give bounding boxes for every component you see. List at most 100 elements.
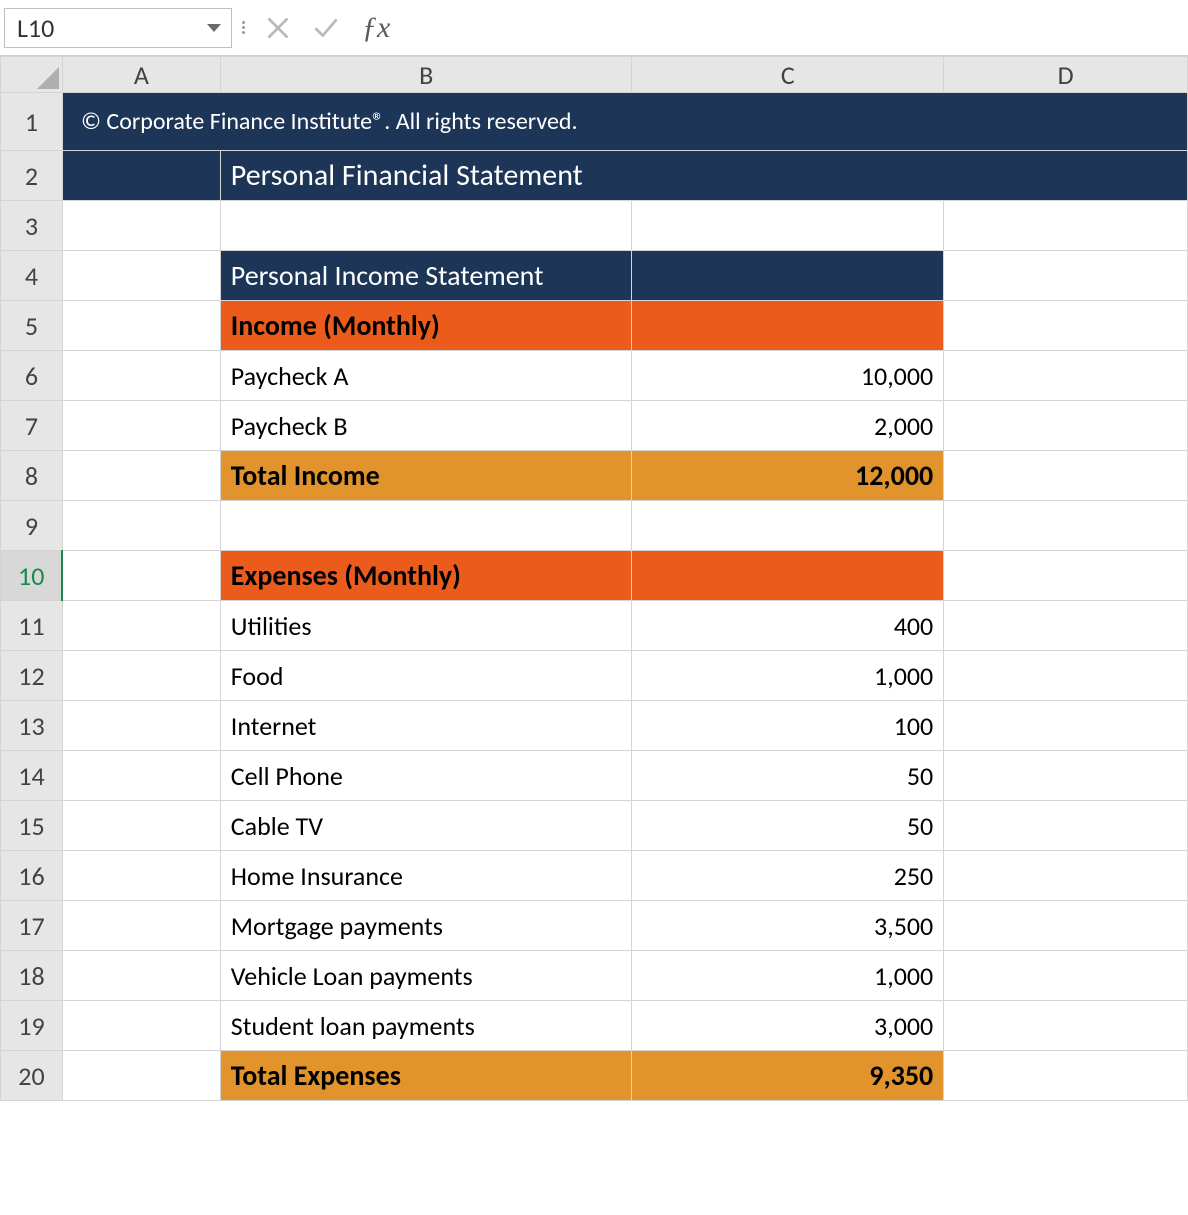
row-header[interactable]: 18 <box>1 951 63 1001</box>
row-header[interactable]: 2 <box>1 151 63 201</box>
row-header[interactable]: 14 <box>1 751 63 801</box>
confirm-button[interactable] <box>302 8 350 48</box>
cell[interactable] <box>220 201 632 251</box>
cell-value[interactable]: 10,000 <box>632 351 944 401</box>
row-header[interactable]: 5 <box>1 301 63 351</box>
cell-value[interactable]: 3,000 <box>632 1001 944 1051</box>
cell[interactable] <box>62 551 220 601</box>
cell-label[interactable]: Internet <box>220 701 632 751</box>
col-header-D[interactable]: D <box>944 57 1188 93</box>
cell-label[interactable]: Utilities <box>220 601 632 651</box>
cell[interactable] <box>62 851 220 901</box>
cell[interactable] <box>62 501 220 551</box>
cell-value[interactable]: 250 <box>632 851 944 901</box>
cell[interactable] <box>944 901 1188 951</box>
cell[interactable] <box>62 651 220 701</box>
cell-label[interactable]: Paycheck A <box>220 351 632 401</box>
cell[interactable] <box>944 801 1188 851</box>
cell-value[interactable]: 3,500 <box>632 901 944 951</box>
cell[interactable] <box>62 301 220 351</box>
col-header-A[interactable]: A <box>62 57 220 93</box>
cell-section-title[interactable]: Personal Income Statement <box>220 251 632 301</box>
row-header[interactable]: 11 <box>1 601 63 651</box>
cell[interactable] <box>632 201 944 251</box>
cell[interactable] <box>944 351 1188 401</box>
row-header-selected[interactable]: 10 <box>1 551 63 601</box>
cell-label[interactable]: Vehicle Loan payments <box>220 951 632 1001</box>
cell-total-value[interactable]: 9,350 <box>632 1051 944 1101</box>
cell[interactable] <box>944 401 1188 451</box>
cell[interactable] <box>944 701 1188 751</box>
cell[interactable] <box>62 351 220 401</box>
cancel-button[interactable] <box>254 8 302 48</box>
col-header-B[interactable]: B <box>220 57 632 93</box>
cell[interactable] <box>62 601 220 651</box>
name-box[interactable]: L10 <box>4 8 232 48</box>
row-header[interactable]: 12 <box>1 651 63 701</box>
cell[interactable] <box>944 601 1188 651</box>
cell-total-label[interactable]: Total Income <box>220 451 632 501</box>
row-header[interactable]: 9 <box>1 501 63 551</box>
cell[interactable] <box>632 251 944 301</box>
cell[interactable] <box>944 1051 1188 1101</box>
cell[interactable] <box>62 151 220 201</box>
row-header[interactable]: 17 <box>1 901 63 951</box>
cell-total-value[interactable]: 12,000 <box>632 451 944 501</box>
select-all-corner[interactable] <box>1 57 63 93</box>
cell-value[interactable]: 100 <box>632 701 944 751</box>
cell-title[interactable]: Personal Financial Statement <box>220 151 1187 201</box>
cell[interactable] <box>62 401 220 451</box>
formula-input[interactable] <box>398 8 1188 48</box>
cell[interactable] <box>62 451 220 501</box>
cell[interactable] <box>944 201 1188 251</box>
spreadsheet-grid[interactable]: A B C D 1 © Corporate Finance Institute®… <box>0 56 1188 1101</box>
cell[interactable] <box>62 951 220 1001</box>
cell[interactable] <box>944 851 1188 901</box>
cell[interactable] <box>632 501 944 551</box>
cell-value[interactable]: 400 <box>632 601 944 651</box>
row-header[interactable]: 3 <box>1 201 63 251</box>
cell-subsection[interactable]: Expenses (Monthly) <box>220 551 632 601</box>
cell[interactable] <box>632 551 944 601</box>
cell-label[interactable]: Food <box>220 651 632 701</box>
cell-subsection[interactable]: Income (Monthly) <box>220 301 632 351</box>
fx-icon[interactable]: ƒx <box>362 11 390 45</box>
cell[interactable] <box>944 251 1188 301</box>
row-header[interactable]: 4 <box>1 251 63 301</box>
cell-label[interactable]: Mortgage payments <box>220 901 632 951</box>
row-header[interactable]: 8 <box>1 451 63 501</box>
cell[interactable] <box>62 701 220 751</box>
cell[interactable] <box>944 301 1188 351</box>
cell-label[interactable]: Cable TV <box>220 801 632 851</box>
cell-copyright[interactable]: © Corporate Finance Institute®. All righ… <box>62 93 1187 151</box>
cell[interactable] <box>62 1051 220 1101</box>
cell[interactable] <box>62 751 220 801</box>
row-header[interactable]: 6 <box>1 351 63 401</box>
cell[interactable] <box>944 451 1188 501</box>
row-header[interactable]: 7 <box>1 401 63 451</box>
chevron-down-icon[interactable] <box>207 24 221 32</box>
cell-value[interactable]: 1,000 <box>632 951 944 1001</box>
cell[interactable] <box>944 551 1188 601</box>
cell[interactable] <box>944 501 1188 551</box>
cell[interactable] <box>62 251 220 301</box>
row-header[interactable]: 13 <box>1 701 63 751</box>
cell[interactable] <box>944 951 1188 1001</box>
row-header[interactable]: 1 <box>1 93 63 151</box>
cell-value[interactable]: 50 <box>632 801 944 851</box>
cell[interactable] <box>944 1001 1188 1051</box>
row-header[interactable]: 20 <box>1 1051 63 1101</box>
cell-label[interactable]: Home Insurance <box>220 851 632 901</box>
cell-total-label[interactable]: Total Expenses <box>220 1051 632 1101</box>
cell-value[interactable]: 50 <box>632 751 944 801</box>
cell-label[interactable]: Paycheck B <box>220 401 632 451</box>
col-header-C[interactable]: C <box>632 57 944 93</box>
cell[interactable] <box>62 1001 220 1051</box>
cell[interactable] <box>62 901 220 951</box>
cell[interactable] <box>632 301 944 351</box>
row-header[interactable]: 15 <box>1 801 63 851</box>
cell[interactable] <box>944 651 1188 701</box>
row-header[interactable]: 16 <box>1 851 63 901</box>
cell[interactable] <box>220 501 632 551</box>
cell[interactable] <box>62 201 220 251</box>
